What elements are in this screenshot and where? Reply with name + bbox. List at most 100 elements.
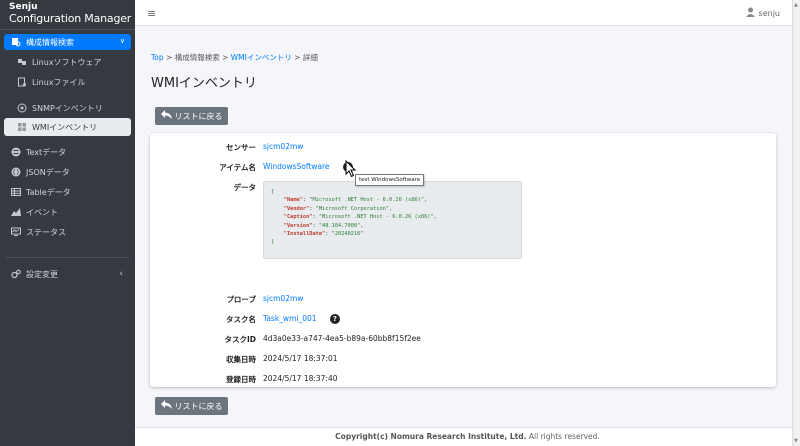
sidebar-item-json-data[interactable]: {} JSONデータ: [4, 162, 131, 182]
collected-row: 収集日時 2024/5/17 18:37:01: [150, 354, 776, 368]
data-json-box: { "Name": "Microsoft .NET Host - 6.0.26 …: [263, 181, 522, 259]
json-key: "Name": [283, 197, 303, 204]
brand-line1: Senju: [9, 2, 38, 12]
probe-row: プローブ sjcm02mw: [150, 294, 776, 308]
item-label: アイテム名: [219, 163, 256, 172]
network-icon: [16, 103, 27, 113]
sidebar-item-snmp[interactable]: SNMPインベントリ: [4, 98, 131, 118]
svg-text:{}: {}: [12, 169, 20, 176]
scroll-up-icon[interactable]: ▲: [794, 2, 798, 8]
sidebar-item-status[interactable]: ステータス: [4, 222, 131, 242]
scroll-down-icon[interactable]: ▼: [794, 438, 798, 444]
windows-icon: [16, 122, 27, 132]
breadcrumb: Top > 構成情報検索 > WMIインベントリ > 詳細: [151, 52, 318, 63]
item-link[interactable]: WindowsSoftware: [263, 162, 330, 171]
taskid-label: タスクID: [224, 335, 256, 344]
registered-label: 登録日時: [226, 375, 256, 384]
probe-label: プローブ: [226, 295, 256, 304]
sidebar-item-wmi[interactable]: WMIインベントリ: [4, 118, 131, 136]
json-close: }: [271, 239, 275, 246]
sidebar-item-label: Tableデータ: [26, 187, 71, 197]
breadcrumb-wmi-link[interactable]: WMIインベントリ: [231, 53, 292, 62]
sidebar-item-label: Textデータ: [26, 147, 67, 157]
sensor-row: センサー sjcm02mw: [150, 142, 776, 156]
sidebar-item-label: 構成情報検索: [26, 37, 74, 47]
main-content: Top > 構成情報検索 > WMIインベントリ > 詳細 WMIインベントリ …: [135, 27, 800, 446]
brand-line2: Configuration Manager: [9, 12, 132, 25]
taskid-value: 4d3a0e33-a747-4ea5-b89a-60bb8f15f2ee: [263, 334, 421, 343]
json-key: "Caption": [283, 214, 313, 221]
sidebar-item-label: イベント: [26, 207, 58, 217]
sidebar-item-settings[interactable]: 設定変更 ‹: [4, 264, 131, 284]
top-navbar: ≡ senju: [135, 0, 800, 26]
sidebar-nav: 構成情報検索 ∨ Linuxソフトウェア Linuxファイル SNMPインベント…: [0, 30, 135, 284]
search-db-icon: [10, 37, 21, 47]
footer-rights: All rights reserved.: [526, 432, 600, 441]
back-to-list-button-bottom[interactable]: リストに戻る: [155, 397, 228, 415]
sidebar: Senju Configuration Manager 構成情報検索 ∨ Lin…: [0, 0, 135, 446]
chevron-left-icon: ‹: [119, 269, 123, 279]
chevron-down-icon: ∨: [119, 37, 125, 45]
menu-toggle-icon[interactable]: ≡: [147, 7, 156, 20]
back-button-label: リストに戻る: [174, 111, 223, 121]
sidebar-item-linux-file[interactable]: Linuxファイル: [4, 72, 131, 92]
back-to-list-button-top[interactable]: リストに戻る: [155, 107, 228, 125]
breadcrumb-sep: > 構成情報検索 >: [163, 53, 231, 62]
footer: Copyright(c) Nomura Research Institute, …: [135, 427, 800, 446]
file-icon: [16, 77, 27, 87]
tooltip: test WindowsSoftware: [355, 174, 425, 186]
json-value: "Microsoft Corporation",: [315, 205, 393, 212]
sidebar-item-config-search[interactable]: 構成情報検索 ∨: [4, 34, 131, 50]
data-label: データ: [233, 183, 257, 192]
json-value: "Microsoft .NET Host - 6.0.26 (x86)",: [309, 197, 428, 204]
braces-icon: {}: [10, 167, 21, 177]
sidebar-item-label: 設定変更: [26, 269, 58, 279]
collected-value: 2024/5/17 18:37:01: [263, 354, 338, 363]
monitor-icon: [10, 227, 21, 237]
sidebar-item-label: ステータス: [26, 227, 66, 237]
item-row: アイテム名 WindowsSoftware ?: [150, 162, 776, 176]
sidebar-item-table-data[interactable]: Tableデータ: [4, 182, 131, 202]
list-icon: [10, 147, 21, 157]
sidebar-item-label: Linuxファイル: [32, 77, 86, 87]
task-link[interactable]: Task_wmi_001: [263, 314, 317, 323]
reply-icon: [160, 110, 172, 122]
json-value: "48.104.7000",: [318, 222, 364, 229]
json-value: "20240216": [331, 231, 364, 238]
sidebar-item-label: Linuxソフトウェア: [32, 57, 102, 67]
sensor-link[interactable]: sjcm02mw: [263, 142, 303, 151]
table-icon: [10, 187, 21, 197]
user-menu[interactable]: senju: [745, 7, 780, 19]
user-name: senju: [758, 8, 780, 18]
reply-icon: [160, 400, 172, 412]
brand-logo[interactable]: Senju Configuration Manager: [0, 0, 135, 30]
detail-card: センサー sjcm02mw アイテム名 WindowsSoftware ? デー…: [150, 133, 776, 387]
back-button-label: リストに戻る: [174, 401, 223, 411]
sidebar-item-label: SNMPインベントリ: [32, 103, 103, 113]
task-label: タスク名: [226, 315, 256, 324]
breadcrumb-top-link[interactable]: Top: [151, 53, 164, 62]
breadcrumb-current: > 詳細: [291, 53, 318, 62]
registered-value: 2024/5/17 18:37:40: [263, 374, 338, 383]
page-title: WMIインベントリ: [151, 76, 257, 91]
sidebar-item-text-data[interactable]: Textデータ: [4, 142, 131, 162]
cubes-icon: [16, 57, 27, 67]
json-open: {: [271, 189, 275, 195]
json-key: "Vendor": [283, 205, 310, 212]
sidebar-item-label: WMIインベントリ: [32, 122, 98, 132]
probe-link[interactable]: sjcm02mw: [263, 294, 303, 303]
scrollbar[interactable]: ▲ ▼: [792, 0, 800, 446]
json-value: "Microsoft .NET Host - 6.0.26 (x86)",: [318, 214, 437, 221]
chart-icon: [10, 207, 21, 217]
mouse-cursor-icon: [345, 160, 357, 178]
sidebar-item-label: JSONデータ: [26, 167, 70, 177]
json-key: "Version": [283, 222, 313, 229]
registered-row: 登録日時 2024/5/17 18:37:40: [150, 374, 776, 388]
user-icon: [745, 7, 755, 19]
gears-icon: [10, 269, 21, 279]
help-icon[interactable]: ?: [329, 314, 340, 324]
json-key: "InstallDate": [283, 231, 326, 238]
sidebar-item-linux-software[interactable]: Linuxソフトウェア: [4, 52, 131, 72]
footer-copyright: Copyright(c) Nomura Research Institute, …: [335, 432, 527, 441]
sidebar-item-events[interactable]: イベント: [4, 202, 131, 222]
